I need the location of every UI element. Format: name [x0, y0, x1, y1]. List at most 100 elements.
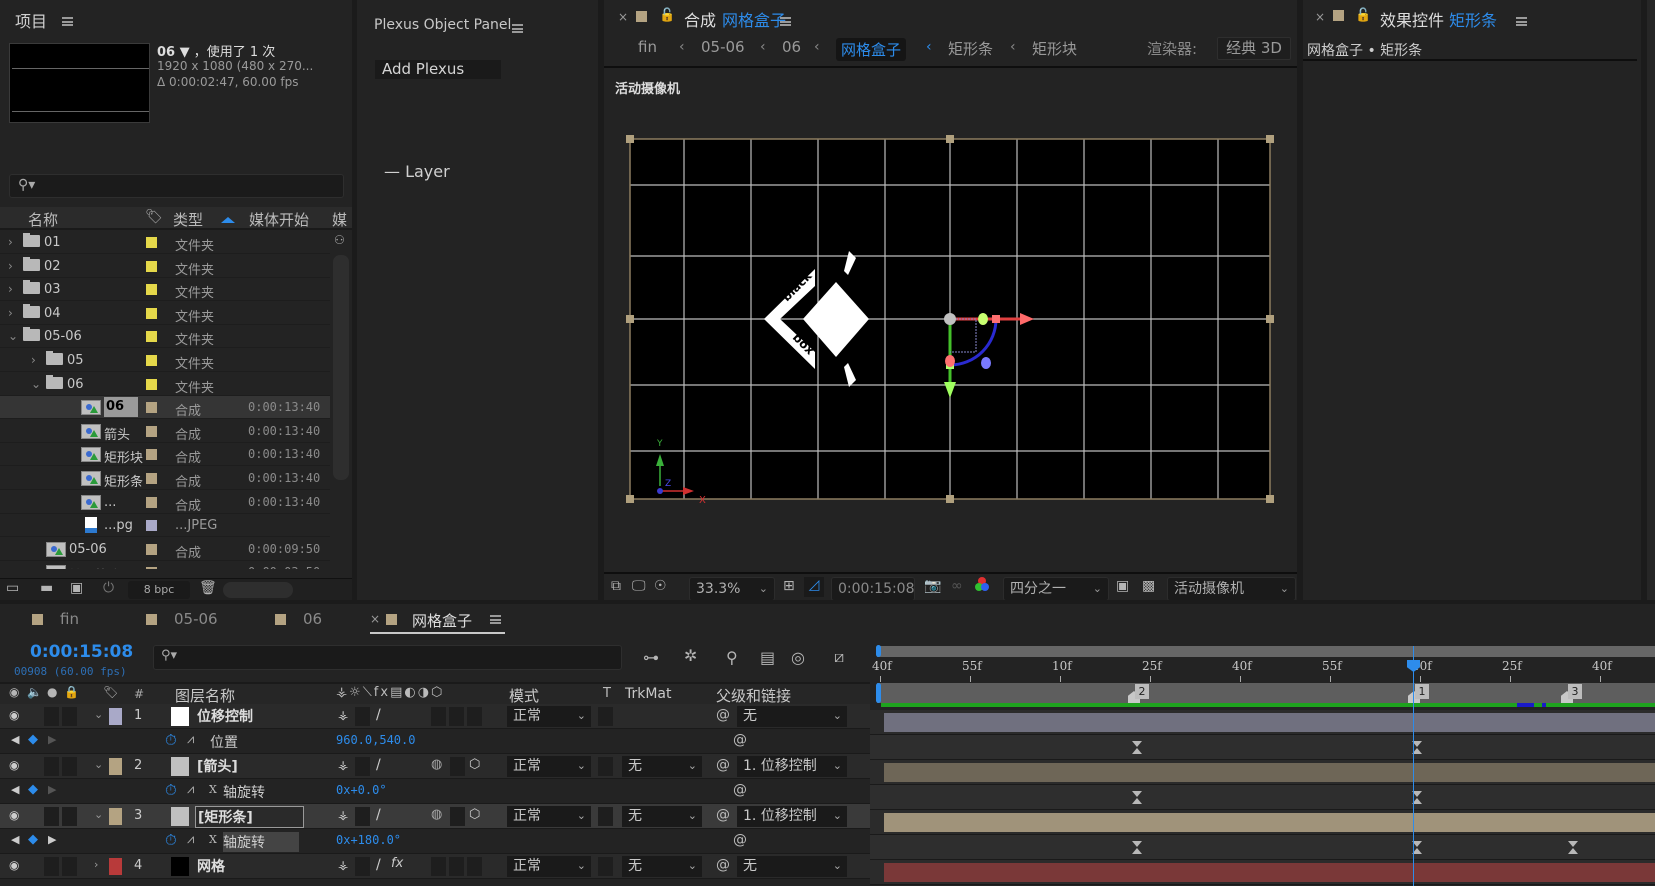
layer-duration-bar[interactable] [884, 713, 1655, 732]
plexus-layer-item[interactable]: — Layer [384, 162, 450, 181]
label-color-swatch[interactable] [146, 543, 157, 555]
breadcrumb-4[interactable]: 网格盒子 [836, 38, 907, 61]
timeline-menu-icon[interactable] [490, 615, 501, 624]
close-tab-icon[interactable]: × [370, 612, 380, 626]
column-trkmat[interactable]: TrkMat [625, 686, 672, 702]
bpc-button[interactable]: 8 bpc [128, 581, 190, 599]
collapse-arrow-icon[interactable]: ⌄ [8, 329, 18, 343]
lock-icon[interactable]: 🔓 [659, 8, 675, 23]
zoom-dropdown[interactable]: 33.3% ⌄ [689, 577, 775, 600]
layer-duration-bar[interactable] [884, 813, 1655, 832]
graph-editor-icon[interactable]: ⧄ [834, 647, 844, 667]
time-ruler[interactable]: 40f 55f 10f 25f 40f 55f 10f 25f 40f [870, 658, 1655, 682]
layer-duration-bar[interactable] [884, 763, 1655, 782]
breadcrumb-2[interactable]: 05-06 [701, 38, 745, 56]
interpret-footage-icon[interactable]: ▭ [6, 580, 19, 596]
camera-view-dropdown[interactable]: 活动摄像机 ⌄ [1167, 577, 1296, 600]
expand-arrow-icon[interactable]: › [8, 282, 13, 296]
trash-icon[interactable]: 🗑 [199, 580, 217, 596]
label-color-swatch[interactable] [146, 284, 157, 296]
keyframe[interactable] [1132, 841, 1142, 854]
label-column-icon[interactable]: 🏷 [103, 685, 118, 699]
project-item[interactable]: › 03 文件夹 [0, 278, 330, 302]
project-item[interactable]: › 04 文件夹 [0, 302, 330, 325]
project-item[interactable]: ... 合成 0:00:13:40 [0, 491, 330, 514]
label-color-swatch[interactable] [146, 567, 157, 569]
column-name[interactable]: 名称 [28, 209, 58, 230]
expand-arrow-icon[interactable]: › [8, 306, 13, 320]
motion-blur-icon[interactable]: ◎ [791, 648, 805, 667]
label-color-swatch[interactable] [146, 496, 157, 508]
label-color-swatch[interactable] [146, 237, 157, 248]
label-color-swatch[interactable] [146, 378, 157, 390]
column-mode[interactable]: 模式 [509, 685, 539, 706]
project-item[interactable]: ...pg ...JPEG [0, 514, 330, 538]
project-item[interactable]: 转场箭头 合成 0:00:03:50 [0, 561, 330, 569]
composition-viewer[interactable]: black box Y Z X [604, 120, 1297, 525]
flowchart-icon[interactable]: ⚇ [334, 233, 345, 247]
channel-icon[interactable] [974, 576, 990, 598]
project-hscrollbar[interactable] [223, 582, 293, 598]
breadcrumb-6[interactable]: 矩形块 [1032, 38, 1077, 59]
comp-tab-name[interactable]: 网格盒子 [722, 7, 786, 31]
expand-arrow-icon[interactable]: › [8, 235, 13, 249]
show-snapshot-icon[interactable]: ∞ [951, 578, 963, 594]
label-color-swatch[interactable] [146, 331, 157, 343]
expand-arrow-icon[interactable]: › [8, 259, 13, 273]
solo-switch-icon[interactable]: ● [47, 685, 57, 699]
layer-duration-bar[interactable] [884, 863, 1655, 882]
region-of-interest-icon[interactable]: ◿ [804, 577, 824, 597]
keyframe[interactable] [1132, 791, 1142, 804]
project-settings-icon[interactable]: ⏻ [103, 580, 114, 596]
layer-track[interactable] [870, 810, 1655, 835]
snapshot-icon[interactable]: 📷 [924, 578, 941, 594]
renderer-button[interactable]: 经典 3D [1217, 37, 1291, 60]
project-scrollbar[interactable] [333, 255, 349, 480]
comp-marker-3[interactable]: 3 [1561, 683, 1591, 703]
label-color-swatch[interactable] [146, 260, 157, 272]
monitor-icon[interactable]: 🖵 [632, 578, 646, 594]
label-color-swatch[interactable] [146, 425, 157, 437]
new-folder-icon[interactable]: ▬ [40, 580, 53, 596]
vr-mask-icon[interactable]: ☉ [654, 578, 667, 594]
layer-track[interactable] [870, 760, 1655, 785]
transparency-grid-icon[interactable]: ▩ [1142, 578, 1155, 594]
project-item[interactable]: ⌄ 05-06 文件夹 [0, 325, 330, 349]
effects-menu-icon[interactable] [1516, 17, 1527, 26]
project-item[interactable]: 06 合成 0:00:13:40 [0, 396, 330, 420]
resolution-dropdown[interactable]: 四分之一 ⌄ [1003, 577, 1109, 600]
effects-lock-icon[interactable]: 🔓 [1355, 8, 1371, 23]
work-area-start-handle[interactable] [876, 645, 881, 657]
project-item[interactable]: › 01 文件夹 [0, 231, 330, 254]
work-area-bar[interactable] [877, 646, 1655, 657]
marker-track[interactable]: 2 1 3 [877, 683, 1655, 703]
project-search-input[interactable]: ⚲▾ [9, 174, 344, 198]
layer-track[interactable] [870, 860, 1655, 885]
project-item[interactable]: ⌄ 06 文件夹 [0, 373, 330, 396]
current-time-field[interactable]: 0:00:15:08 [831, 577, 915, 600]
keyframe[interactable] [1132, 741, 1142, 754]
layer-track[interactable] [870, 710, 1655, 735]
label-color-swatch[interactable] [146, 520, 157, 532]
plexus-menu-icon[interactable] [512, 24, 523, 33]
expand-arrow-icon[interactable]: › [31, 353, 36, 367]
close-tab-icon[interactable]: × [618, 10, 628, 24]
preview-name[interactable]: 06 ▼ [157, 45, 190, 60]
add-plexus-button[interactable]: Add Plexus [375, 60, 501, 79]
timeline-current-time[interactable]: 0:00:15:08 [30, 642, 133, 662]
label-color-swatch[interactable] [146, 307, 157, 319]
project-item[interactable]: › 02 文件夹 [0, 255, 330, 278]
timeline-search-input[interactable]: ⚲▾ [153, 645, 622, 670]
project-item[interactable]: 箭头 合成 0:00:13:40 [0, 420, 330, 443]
column-media-start[interactable]: 媒体开始 [249, 209, 309, 230]
fast-previews-icon[interactable]: ▣ [1116, 578, 1129, 594]
project-menu-icon[interactable] [62, 17, 73, 26]
breadcrumb-5[interactable]: 矩形条 [948, 38, 993, 59]
project-item[interactable]: 矩形块 合成 0:00:13:40 [0, 443, 330, 467]
lock-switch-icon[interactable]: 🔒 [64, 685, 79, 699]
label-color-swatch[interactable] [146, 473, 157, 484]
column-layer-name[interactable]: 图层名称 [175, 685, 235, 706]
frame-blending-icon[interactable]: ▤ [760, 648, 775, 667]
column-media-more[interactable]: 媒 [332, 209, 347, 230]
grid-guides-icon[interactable]: ⊞ [783, 578, 795, 594]
